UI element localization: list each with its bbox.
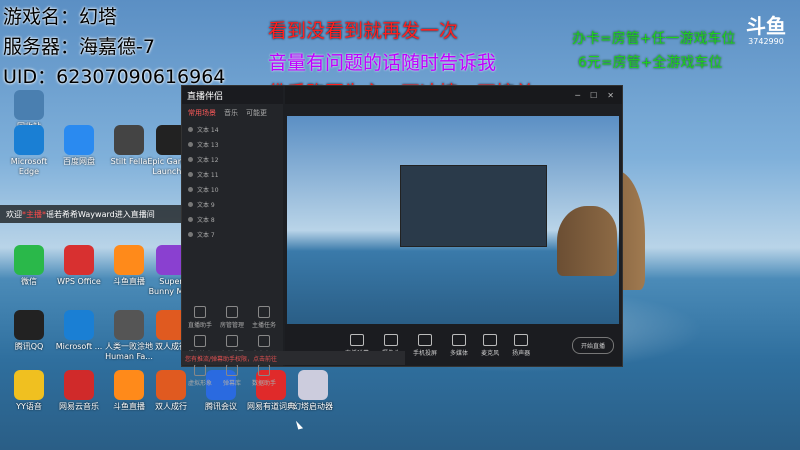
scene-label: 文本 14: [197, 127, 219, 134]
eye-icon[interactable]: [188, 142, 193, 147]
tool-item[interactable]: 直播助手: [184, 306, 216, 329]
eye-icon[interactable]: [188, 232, 193, 237]
welcome-name: *主播*: [22, 209, 46, 219]
minimize-icon[interactable]: ─: [575, 91, 580, 100]
scene-label: 文本 12: [197, 157, 219, 164]
scene-label: 文本 10: [197, 187, 219, 194]
desktop-icon[interactable]: WPS Office: [54, 245, 104, 287]
app-icon: [14, 310, 44, 340]
app-icon: [14, 125, 44, 155]
overlay-game-name: 游戏名：幻塔: [3, 6, 118, 28]
app-icon: [114, 245, 144, 275]
douyu-watermark: 斗鱼 3742990: [742, 15, 790, 46]
desktop-icon[interactable]: YY语音: [4, 370, 54, 412]
desktop-icon-label: 腾讯QQ: [14, 342, 44, 351]
desktop-icon-label: Microsoft Edge: [10, 157, 48, 176]
tool-item[interactable]: 虚拟形象: [184, 364, 216, 387]
scene-item[interactable]: 文本 13: [182, 137, 283, 152]
app-window-controls: ─ ☐ ✕: [285, 86, 622, 104]
desktop-icon[interactable]: 微信: [4, 245, 54, 287]
scene-label: 文本 7: [197, 232, 215, 239]
eye-icon[interactable]: [188, 187, 193, 192]
scene-label: 文本 8: [197, 217, 215, 224]
app-icon: [114, 125, 144, 155]
app-icon: [114, 310, 144, 340]
douyu-room-id: 3742990: [748, 37, 784, 46]
desktop-icon[interactable]: Microsoft Edge: [4, 125, 54, 177]
app-icon: [64, 245, 94, 275]
eye-icon[interactable]: [188, 172, 193, 177]
app-icon: [298, 370, 328, 400]
toolbar-item[interactable]: 手机投屏: [413, 334, 437, 357]
tool-item[interactable]: 数据助手: [248, 364, 280, 387]
app-icon: [64, 125, 94, 155]
eye-icon[interactable]: [188, 202, 193, 207]
tool-item[interactable]: 弹幕库: [216, 364, 248, 387]
status-bar[interactable]: 您有推流/弹幕助手权限，点击前往: [181, 351, 405, 365]
start-live-button[interactable]: 开始直播: [571, 336, 614, 354]
desktop-icon[interactable]: 百度网盘: [54, 125, 104, 167]
app-icon: [14, 370, 44, 400]
app-icon: [64, 310, 94, 340]
maximize-icon[interactable]: ☐: [590, 91, 597, 100]
tab-more[interactable]: 可能更: [246, 108, 267, 118]
desktop-icon-label: 幻塔启动器: [293, 402, 333, 411]
preview-rock: [557, 206, 617, 276]
desktop-icon-label: 微信: [21, 277, 37, 286]
overlay-server: 服务器：海嘉德-7: [3, 36, 155, 58]
nested-preview: [400, 165, 547, 247]
app-icon: [64, 370, 94, 400]
overlay-purple-text: 音量有问题的话随时告诉我: [268, 52, 497, 74]
welcome-banner: 欢迎 *主播* 谣若希希Wayward进入直播间: [0, 205, 182, 223]
preview-header: [287, 104, 620, 116]
app-icon: [14, 90, 44, 120]
scene-label: 文本 9: [197, 202, 215, 209]
eye-icon[interactable]: [188, 127, 193, 132]
eye-icon[interactable]: [188, 217, 193, 222]
app-title: 直播伴侣: [182, 86, 283, 104]
app-tabs: 常用场景 音乐 可能更: [182, 104, 283, 122]
scene-label: 文本 13: [197, 142, 219, 149]
scene-item[interactable]: 文本 11: [182, 167, 283, 182]
app-sidebar: 直播伴侣 常用场景 音乐 可能更 文本 14 文本 13 文本 12 文本 11 文本 …: [182, 86, 283, 387]
scene-item[interactable]: 文本 7: [182, 227, 283, 242]
app-icon: [114, 370, 144, 400]
tool-item[interactable]: 房管管理: [216, 306, 248, 329]
overlay-green-1: 办卡=房管+任一游戏车位: [572, 31, 736, 47]
tab-music[interactable]: 音乐: [224, 108, 238, 118]
desktop-icon-label: 腾讯会议: [205, 402, 237, 411]
desktop-icon[interactable]: 腾讯QQ: [4, 310, 54, 352]
tool-grid: 直播助手房管管理主播任务视频连麦个人设置赛事中心虚拟形象弹幕库数据助手: [184, 306, 280, 387]
desktop-icon-label: WPS Office: [57, 277, 101, 286]
tool-item[interactable]: 主播任务: [248, 306, 280, 329]
desktop-icon[interactable]: Microsoft ...: [54, 310, 104, 352]
toolbar-item[interactable]: 麦克风: [481, 334, 499, 357]
scene-item[interactable]: 文本 9: [182, 197, 283, 212]
app-icon: [156, 370, 186, 400]
scene-item[interactable]: 文本 10: [182, 182, 283, 197]
desktop-icon-label: 百度网盘: [63, 157, 95, 166]
desktop-icon[interactable]: 幻塔启动器: [288, 370, 338, 412]
scene-label: 文本 11: [197, 172, 219, 179]
close-icon[interactable]: ✕: [607, 91, 614, 100]
scene-item[interactable]: 文本 12: [182, 152, 283, 167]
welcome-prefix: 欢迎: [6, 209, 22, 219]
scene-item[interactable]: 文本 14: [182, 122, 283, 137]
overlay-red-text-1: 看到没看到就再发一次: [268, 20, 459, 42]
desktop-icon-label: Microsoft ...: [55, 342, 103, 351]
desktop-icon-label: YY语音: [16, 402, 42, 411]
toolbar-item[interactable]: 多媒体: [450, 334, 468, 357]
eye-icon[interactable]: [188, 157, 193, 162]
desktop-icon[interactable]: 网易云音乐: [54, 370, 104, 412]
tab-scenes[interactable]: 常用场景: [188, 108, 216, 118]
overlay-green-2: 6元=房管+全游戏车位: [578, 55, 723, 71]
desktop-icon-label: 网易云音乐: [59, 402, 99, 411]
douyu-logo: 斗鱼: [746, 14, 786, 38]
app-icon: [14, 245, 44, 275]
toolbar-item[interactable]: 扬声器: [512, 334, 530, 357]
welcome-text: 谣若希希Wayward进入直播间: [46, 209, 155, 219]
desktop-icon-label: 双人成行: [155, 402, 187, 411]
scene-item[interactable]: 文本 8: [182, 212, 283, 227]
